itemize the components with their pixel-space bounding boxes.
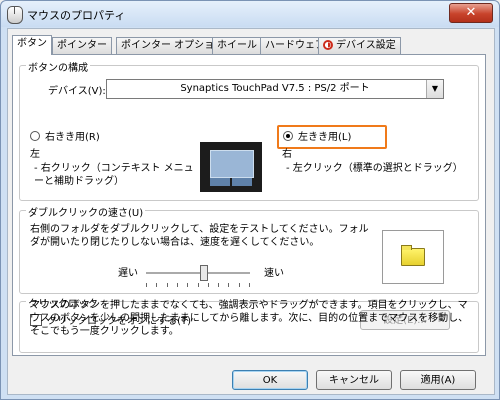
apply-button[interactable]: 適用(A) [400, 370, 476, 390]
right-handed-label: 右きき用(R) [45, 132, 100, 143]
mouse-icon [7, 6, 23, 24]
touchpad-right-button [232, 178, 252, 186]
slider-tick [187, 283, 188, 287]
slider-tick [218, 283, 219, 287]
button-config-label: ボタンの構成 [26, 59, 90, 74]
radio-dot-selected [283, 130, 293, 141]
double-click-speed-group: ダブルクリックの速さ(U) 右側のフォルダをダブルクリックして、設定をテストして… [19, 204, 479, 294]
left-handed-radio[interactable]: 左きき用(L) [283, 128, 351, 143]
tab-buttons[interactable]: ボタン [12, 35, 52, 55]
right-handed-radio[interactable]: 右きき用(R) [30, 128, 100, 143]
dialog-body: ボタン ポインター ポインター オプション ホイール ハードウェア ◐ デバイス設… [7, 28, 495, 395]
touchpad-surface [210, 150, 254, 178]
slider-tick [156, 283, 157, 287]
slider-tick [228, 283, 229, 287]
synaptics-icon: ◐ [323, 40, 333, 50]
touchpad-image [200, 142, 262, 192]
radio-dot [30, 130, 40, 141]
right-button-desc-title: 右 [282, 149, 292, 160]
tab-device-settings[interactable]: ◐ デバイス設定 [318, 37, 401, 54]
right-button-desc: - 左クリック（標準の選択とドラッグ） [286, 163, 463, 174]
slider-ticks [146, 283, 250, 287]
slider-tick [177, 283, 178, 287]
chevron-down-icon[interactable]: ▼ [426, 80, 443, 98]
slider-track [146, 272, 250, 275]
device-select[interactable]: Synaptics TouchPad V7.5 : PS/2 ポート ▼ [106, 79, 444, 99]
double-click-speed-slider[interactable] [146, 265, 250, 281]
slider-tick [146, 283, 147, 287]
close-button[interactable]: ✕ [449, 3, 493, 23]
left-button-desc-title: 左 [30, 149, 40, 160]
test-folder-area[interactable] [382, 230, 444, 284]
double-click-label: ダブルクリックの速さ(U) [26, 204, 146, 219]
slider-thumb[interactable] [200, 265, 208, 281]
tab-pointers[interactable]: ポインター [52, 37, 112, 54]
ok-button[interactable]: OK [232, 370, 308, 390]
title-bar[interactable]: マウスのプロパティ ✕ [1, 1, 499, 27]
click-lock-description: マウスのボタンを押したままでなくても、強調表示やドラッグができます。項目をクリッ… [30, 300, 469, 337]
slow-label: 遅い [118, 268, 138, 279]
left-handed-label: 左きき用(L) [298, 132, 352, 143]
folder-icon[interactable] [401, 245, 425, 266]
slider-tick [167, 283, 168, 287]
slider-tick [198, 283, 199, 287]
fast-label: 速い [264, 268, 284, 279]
cancel-button[interactable]: キャンセル [316, 370, 392, 390]
tab-wheel[interactable]: ホイール [212, 37, 262, 54]
window-title: マウスのプロパティ [27, 9, 126, 22]
slider-tick [249, 283, 250, 287]
button-config-group: ボタンの構成 デバイス(V): Synaptics TouchPad V7.5 … [19, 59, 479, 201]
touchpad-left-button [210, 178, 230, 186]
device-select-value: Synaptics TouchPad V7.5 : PS/2 ポート [180, 83, 370, 94]
device-label: デバイス(V): [48, 86, 106, 97]
tab-device-settings-label: デバイス設定 [336, 40, 396, 51]
mouse-properties-window: マウスのプロパティ ✕ ボタン ポインター ポインター オプション ホイール ハ… [0, 0, 500, 400]
slider-tick [239, 283, 240, 287]
double-click-instructions: 右側のフォルダをダブルクリックして、設定をテストしてください。フォルダが開いたり… [30, 224, 369, 248]
slider-tick [208, 283, 209, 287]
left-button-desc: - 右クリック（コンテキスト メニューと補助ドラッグ） [34, 163, 194, 187]
